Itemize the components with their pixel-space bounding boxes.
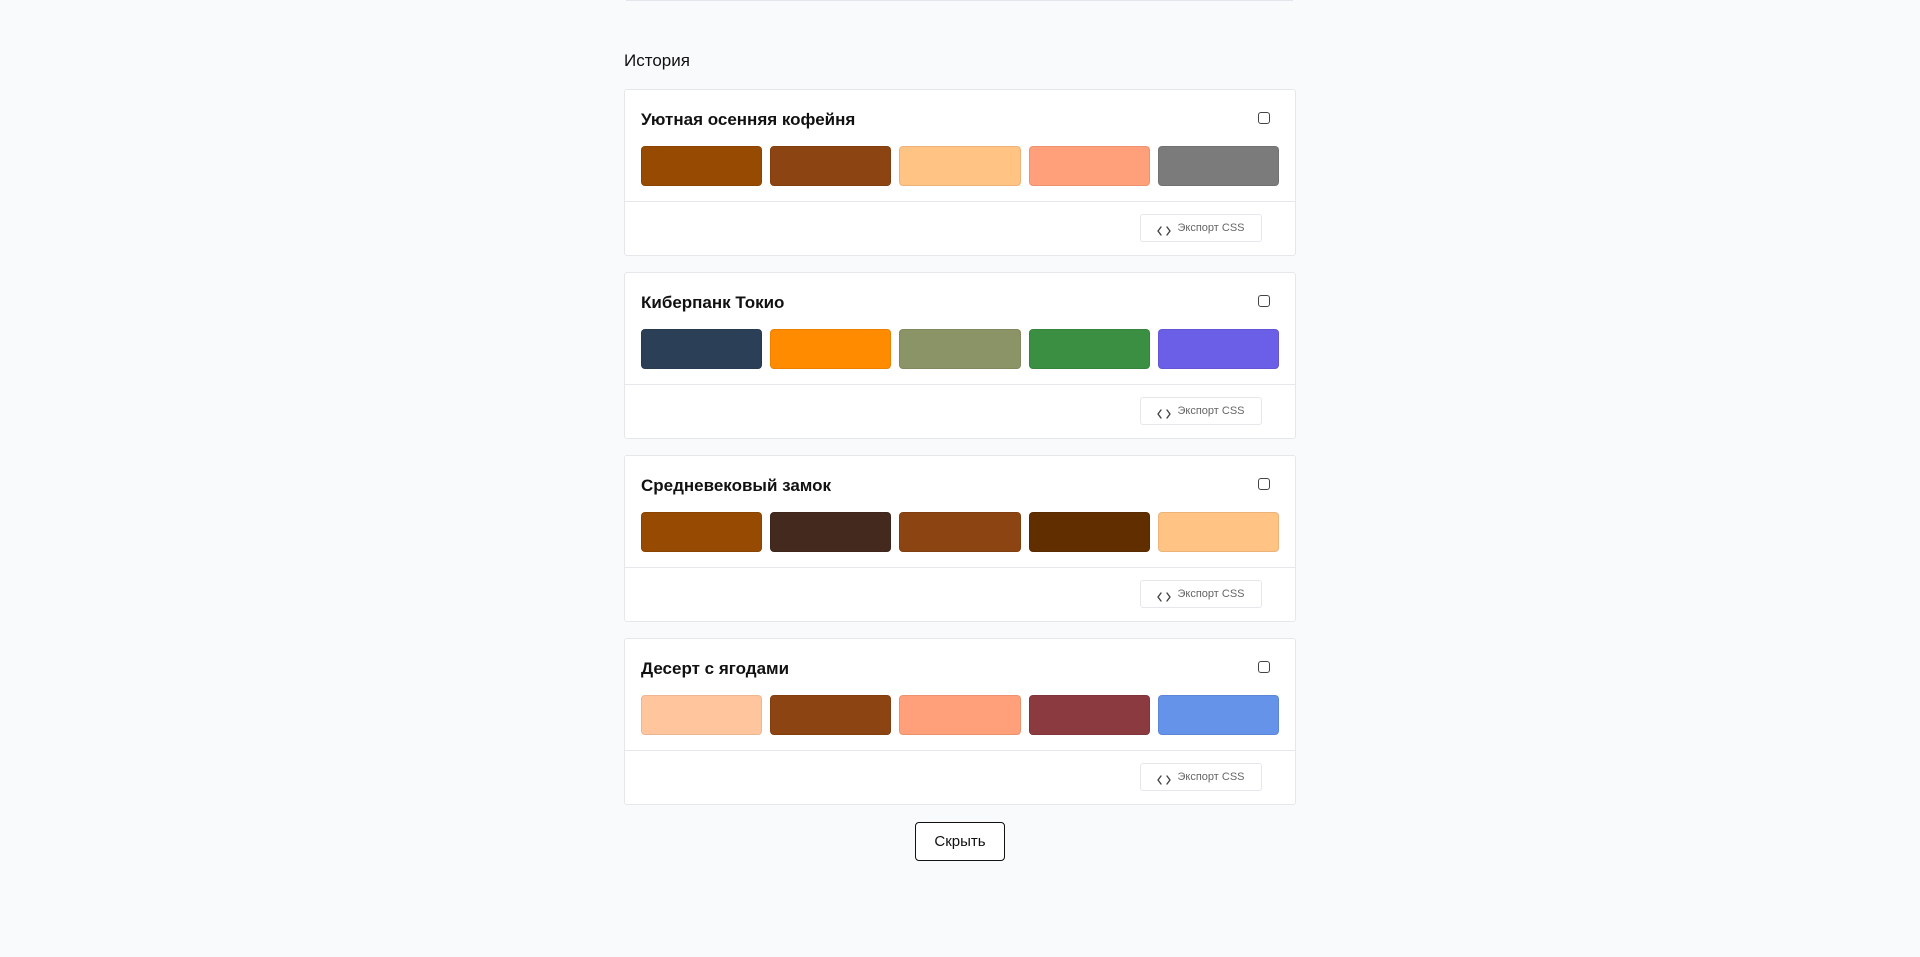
export-css-label: Экспорт CSS [1177,222,1245,234]
code-icon [1157,589,1172,602]
color-swatch[interactable] [770,512,892,552]
top-divider [626,0,1293,1]
color-swatch[interactable] [770,146,892,186]
palette-card-footer: Экспорт CSS [625,567,1295,621]
palette-card-header: Киберпанк Токио [625,273,1295,313]
palette-card-footer: Экспорт CSS [625,750,1295,804]
color-swatch[interactable] [641,146,763,186]
palette-card-header: Десерт с ягодами [625,639,1295,679]
palette-card: Уютная осенняя кофейня Экспорт CSS [624,89,1296,256]
export-css-label: Экспорт CSS [1177,588,1245,600]
color-swatch[interactable] [1157,512,1280,552]
export-css-button[interactable]: Экспорт CSS [1140,214,1262,242]
export-css-button[interactable]: Экспорт CSS [1140,580,1262,608]
color-swatch[interactable] [641,512,763,552]
palette-name: Уютная осенняя кофейня [641,110,856,129]
palette-card: Средневековый замок Экспорт CSS [624,455,1296,622]
color-swatch[interactable] [1028,329,1150,369]
palette-name: Киберпанк Токио [641,293,785,312]
export-css-button[interactable]: Экспорт CSS [1140,397,1262,425]
code-icon [1157,772,1172,785]
color-swatch[interactable] [899,329,1021,369]
color-swatch[interactable] [1028,695,1150,735]
palette-select-checkbox[interactable] [1258,661,1270,673]
color-swatch[interactable] [770,329,892,369]
palette-select-checkbox[interactable] [1258,112,1270,124]
export-css-label: Экспорт CSS [1177,405,1245,417]
palette-swatches [625,496,1295,552]
color-swatch[interactable] [899,512,1021,552]
palette-card-header: Уютная осенняя кофейня [625,90,1295,130]
color-swatch[interactable] [1028,146,1150,186]
hide-button[interactable]: Скрыть [915,822,1005,861]
color-swatch[interactable] [1157,329,1280,369]
color-swatch[interactable] [641,695,763,735]
palette-select-checkbox[interactable] [1258,478,1270,490]
palette-swatches [625,130,1295,186]
palette-card-header: Средневековый замок [625,456,1295,496]
color-swatch[interactable] [1157,695,1280,735]
palette-name: Десерт с ягодами [641,659,790,678]
color-swatch[interactable] [1028,512,1150,552]
palette-card-footer: Экспорт CSS [625,384,1295,438]
color-swatch[interactable] [770,695,892,735]
code-icon [1157,406,1172,419]
color-swatch[interactable] [1157,146,1280,186]
color-swatch[interactable] [641,329,763,369]
palette-card: Десерт с ягодами Экспорт CSS [624,638,1296,805]
color-swatch[interactable] [899,146,1021,186]
export-css-button[interactable]: Экспорт CSS [1140,763,1262,791]
palette-card-footer: Экспорт CSS [625,201,1295,255]
palette-select-checkbox[interactable] [1258,295,1270,307]
export-css-label: Экспорт CSS [1177,771,1245,783]
palette-swatches [625,679,1295,735]
palette-name: Средневековый замок [641,476,832,495]
color-swatch[interactable] [899,695,1021,735]
history-title: История [624,51,690,70]
code-icon [1157,223,1172,236]
palette-card: Киберпанк Токио Экспорт CSS [624,272,1296,439]
palette-list: Уютная осенняя кофейня Экспорт CSS Кибер… [624,89,1296,821]
palette-swatches [625,313,1295,369]
